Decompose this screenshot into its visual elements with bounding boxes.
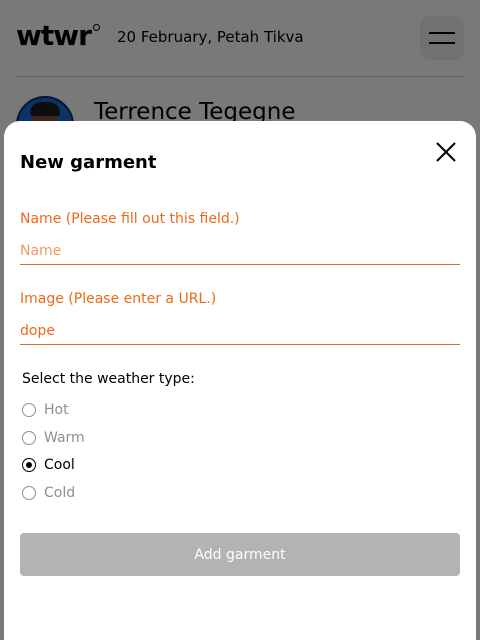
radio-hot[interactable] [22, 403, 36, 417]
radio-cold[interactable] [22, 485, 36, 500]
weather-option-hot[interactable]: Hot [22, 401, 322, 429]
image-url-input[interactable] [20, 321, 460, 345]
radio-label-cold: Cold [44, 484, 76, 501]
weather-option-cool[interactable]: Cool [22, 456, 322, 484]
radio-label-cool: Cool [44, 457, 75, 473]
name-field-label: Name (Please fill out this field.) [20, 211, 240, 227]
weather-option-cold[interactable]: Cold [22, 484, 322, 512]
new-garment-modal: New garment Name (Please fill out this f… [4, 121, 476, 640]
modal-title: New garment [20, 152, 157, 173]
close-icon [436, 142, 456, 162]
weather-option-warm[interactable]: Warm [22, 429, 322, 457]
add-garment-button[interactable]: Add garment [20, 533, 460, 576]
weather-type-group: Select the weather type: Hot Warm Cool C… [22, 371, 322, 511]
close-button[interactable] [432, 138, 460, 166]
radio-warm[interactable] [22, 430, 36, 445]
name-input[interactable] [20, 241, 460, 265]
image-field-label: Image (Please enter a URL.) [20, 291, 217, 307]
name-field-group: Name (Please fill out this field.) [20, 211, 460, 265]
radio-label-hot: Hot [44, 402, 69, 418]
weather-type-legend: Select the weather type: [22, 371, 195, 387]
radio-cool[interactable] [22, 458, 36, 472]
radio-label-warm: Warm [44, 429, 85, 446]
image-field-group: Image (Please enter a URL.) [20, 291, 460, 345]
